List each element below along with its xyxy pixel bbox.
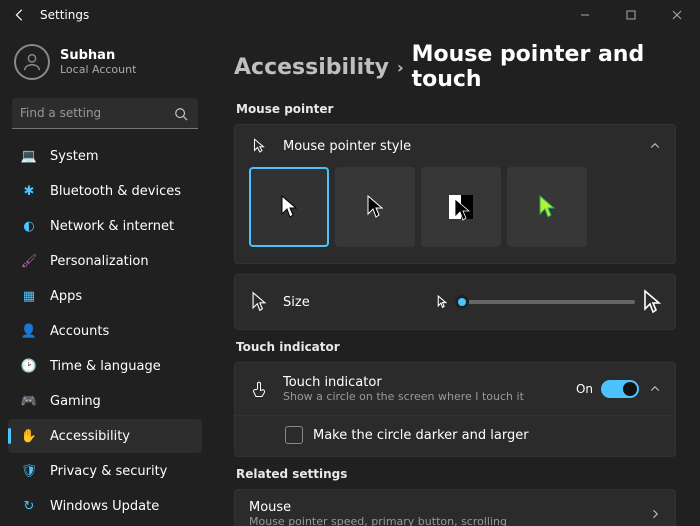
slider-thumb[interactable] — [455, 295, 469, 309]
sidebar-item-bluetooth-devices[interactable]: ✱ Bluetooth & devices — [8, 174, 202, 208]
nav-icon: ▦ — [20, 287, 38, 305]
nav-icon: 🎮 — [20, 392, 38, 410]
nav-icon: 🖌 — [20, 252, 38, 270]
pointer-style-white[interactable] — [249, 167, 329, 247]
touch-checkbox-row[interactable]: Make the circle darker and larger — [235, 416, 675, 456]
chevron-right-icon: › — [397, 58, 404, 77]
search-input[interactable] — [12, 98, 198, 129]
section-label-mouse-pointer: Mouse pointer — [236, 102, 676, 116]
sidebar-item-label: Bluetooth & devices — [50, 184, 181, 199]
touch-indicator-card: Touch indicator Show a circle on the scr… — [234, 362, 676, 457]
touch-icon — [249, 380, 269, 398]
sidebar-item-label: Gaming — [50, 394, 101, 409]
pointer-style-inverted[interactable] — [421, 167, 501, 247]
user-card[interactable]: Subhan Local Account — [4, 38, 206, 94]
nav-icon: 🕑 — [20, 357, 38, 375]
touch-toggle[interactable] — [601, 380, 639, 398]
back-button[interactable] — [8, 3, 32, 27]
pointer-style-grid — [235, 167, 675, 263]
chevron-up-icon — [649, 140, 661, 152]
search-box — [12, 98, 198, 129]
sidebar-item-privacy-security[interactable]: 🛡 Privacy & security — [8, 454, 202, 488]
section-label-related: Related settings — [236, 467, 676, 481]
slider-max-icon — [643, 289, 661, 315]
touch-title: Touch indicator — [283, 375, 576, 390]
avatar — [14, 44, 50, 80]
sidebar-item-time-language[interactable]: 🕑 Time & language — [8, 349, 202, 383]
touch-checkbox[interactable] — [285, 426, 303, 444]
close-button[interactable] — [654, 0, 700, 30]
touch-subtitle: Show a circle on the screen where I touc… — [283, 390, 576, 403]
sidebar-item-apps[interactable]: ▦ Apps — [8, 279, 202, 313]
slider-min-icon — [437, 295, 447, 309]
main-content: Accessibility › Mouse pointer and touch … — [210, 30, 700, 526]
sidebar-item-accessibility[interactable]: ✋ Accessibility — [8, 419, 202, 453]
sidebar-item-label: Accessibility — [50, 429, 130, 444]
touch-checkbox-label: Make the circle darker and larger — [313, 428, 529, 443]
touch-indicator-row[interactable]: Touch indicator Show a circle on the scr… — [235, 363, 675, 416]
pointer-icon — [249, 137, 269, 155]
sidebar-item-windows-update[interactable]: ↻ Windows Update — [8, 489, 202, 523]
chevron-right-icon — [649, 508, 661, 520]
chevron-up-icon[interactable] — [649, 383, 661, 395]
nav-list: 💻 System ✱ Bluetooth & devices ◐ Network & in… — [4, 139, 206, 523]
pointer-style-custom[interactable] — [507, 167, 587, 247]
sidebar-item-label: Apps — [50, 289, 82, 304]
sidebar-item-label: Windows Update — [50, 499, 159, 514]
sidebar-item-gaming[interactable]: 🎮 Gaming — [8, 384, 202, 418]
sidebar-item-system[interactable]: 💻 System — [8, 139, 202, 173]
toggle-state-text: On — [576, 382, 593, 396]
sidebar-item-accounts[interactable]: 👤 Accounts — [8, 314, 202, 348]
related-mouse-card[interactable]: Mouse Mouse pointer speed, primary butto… — [234, 489, 676, 526]
breadcrumb-current: Mouse pointer and touch — [412, 42, 676, 92]
user-subtitle: Local Account — [60, 63, 136, 76]
sidebar-item-network-internet[interactable]: ◐ Network & internet — [8, 209, 202, 243]
sidebar-item-label: System — [50, 149, 98, 164]
section-label-touch: Touch indicator — [236, 340, 676, 354]
pointer-style-black[interactable] — [335, 167, 415, 247]
sidebar-item-label: Time & language — [50, 359, 161, 374]
breadcrumb-parent[interactable]: Accessibility — [234, 55, 389, 80]
nav-icon: ◐ — [20, 217, 38, 235]
sidebar-item-label: Privacy & security — [50, 464, 167, 479]
pointer-size-card: Size — [234, 274, 676, 330]
nav-icon: 👤 — [20, 322, 38, 340]
nav-icon: 🛡 — [20, 462, 38, 480]
nav-icon: ✱ — [20, 182, 38, 200]
user-name: Subhan — [60, 48, 136, 63]
maximize-button[interactable] — [608, 0, 654, 30]
nav-icon: ✋ — [20, 427, 38, 445]
window-title: Settings — [40, 8, 89, 22]
mouse-pointer-style-card: Mouse pointer style — [234, 124, 676, 264]
size-slider-row — [437, 289, 661, 315]
nav-icon: ↻ — [20, 497, 38, 515]
pointer-style-header[interactable]: Mouse pointer style — [235, 125, 675, 167]
sidebar-item-label: Network & internet — [50, 219, 174, 234]
sidebar-item-personalization[interactable]: 🖌 Personalization — [8, 244, 202, 278]
breadcrumb: Accessibility › Mouse pointer and touch — [234, 42, 676, 92]
pointer-style-label: Mouse pointer style — [283, 139, 649, 154]
window-controls — [562, 0, 700, 30]
search-icon — [174, 107, 188, 121]
sidebar: Subhan Local Account 💻 System ✱ Bluetooth &… — [0, 30, 210, 526]
size-icon — [249, 291, 269, 313]
nav-icon: 💻 — [20, 147, 38, 165]
minimize-button[interactable] — [562, 0, 608, 30]
sidebar-item-label: Accounts — [50, 324, 109, 339]
related-mouse-title: Mouse — [249, 500, 649, 515]
size-label: Size — [283, 295, 310, 310]
sidebar-item-label: Personalization — [50, 254, 149, 269]
related-mouse-subtitle: Mouse pointer speed, primary button, scr… — [249, 515, 649, 526]
size-slider[interactable] — [455, 300, 635, 304]
